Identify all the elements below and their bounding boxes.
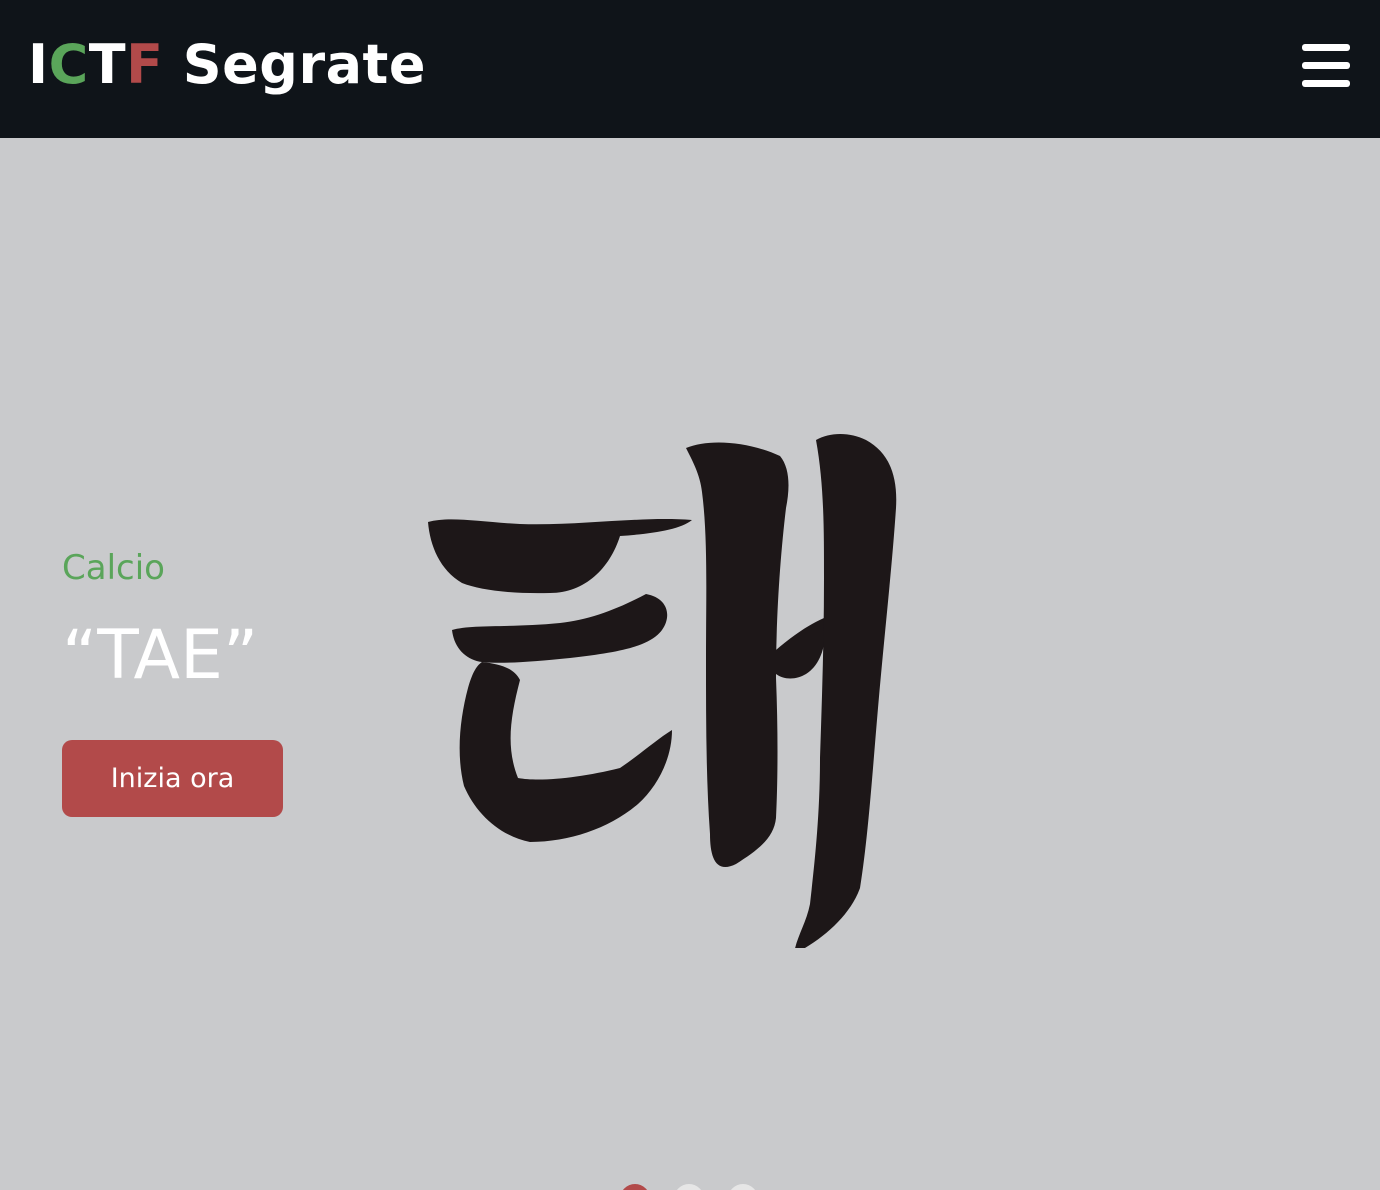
carousel-indicator-3[interactable]	[728, 1184, 758, 1190]
calligraphy-stroke	[776, 618, 826, 679]
calligraphy-stroke	[459, 662, 672, 842]
calligraphy-stroke	[795, 434, 897, 948]
hero-title: “TAE”	[62, 616, 259, 695]
hero-carousel: Calcio “TAE” Inizia ora	[0, 138, 1380, 1190]
hero-kicker: Calcio	[62, 548, 165, 588]
carousel-indicator-1[interactable]	[620, 1184, 650, 1190]
hamburger-bar	[1302, 62, 1350, 69]
hamburger-bar	[1302, 80, 1350, 87]
navbar: ICTF Segrate	[0, 0, 1380, 138]
korean-calligraphy-image	[428, 434, 897, 948]
brand-letter-i: I	[28, 33, 49, 96]
calligraphy-stroke	[428, 519, 692, 594]
carousel-indicators	[620, 1184, 760, 1190]
brand-letter-c: C	[48, 33, 89, 96]
calligraphy-stroke	[452, 594, 668, 663]
hamburger-bar	[1302, 44, 1350, 51]
calligraphy-stroke	[686, 442, 789, 868]
brand-letter-f: F	[126, 33, 164, 96]
brand-logo[interactable]: ICTF Segrate	[28, 30, 426, 100]
carousel-indicator-2[interactable]	[674, 1184, 704, 1190]
brand-city: Segrate	[163, 33, 426, 96]
start-now-button[interactable]: Inizia ora	[62, 740, 283, 817]
brand-letter-t: T	[88, 33, 127, 96]
hamburger-menu-icon[interactable]	[1302, 44, 1350, 88]
